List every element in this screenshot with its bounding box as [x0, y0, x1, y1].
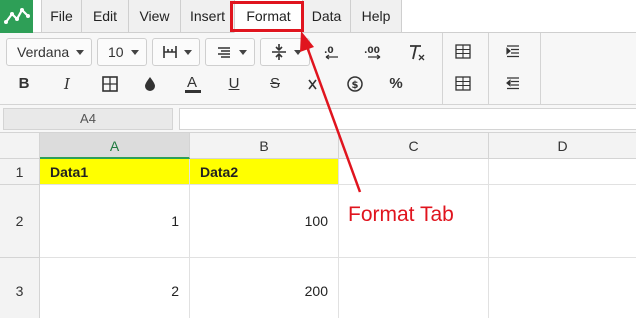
decrease-decimal-icon[interactable]: .0: [318, 40, 346, 64]
spreadsheet-grid: A B C D 1 Data1 Data2 2 1 100 3 2 200: [0, 133, 636, 318]
menu-help[interactable]: Help: [350, 0, 402, 33]
italic-icon[interactable]: I: [53, 72, 81, 96]
cell-d1[interactable]: [489, 159, 636, 185]
toolbar-separator: [540, 33, 541, 105]
cell-a2[interactable]: 1: [40, 185, 190, 258]
svg-text:A: A: [187, 74, 197, 91]
row-header-3[interactable]: 3: [0, 258, 40, 318]
menu-insert[interactable]: Insert: [180, 0, 234, 33]
cell-c3[interactable]: [339, 258, 489, 318]
column-header-d[interactable]: D: [489, 133, 636, 159]
chevron-down-icon: [131, 50, 139, 55]
cell-d3[interactable]: [489, 258, 636, 318]
bold-icon[interactable]: B: [10, 72, 38, 96]
row-header-2[interactable]: 2: [0, 185, 40, 258]
borders-icon: [161, 39, 179, 73]
font-name-value: Verdana: [17, 44, 70, 60]
row-header-1[interactable]: 1: [0, 159, 40, 185]
svg-text:.0: .0: [324, 46, 334, 56]
app-logo-icon[interactable]: [0, 0, 33, 33]
font-size-select[interactable]: 10: [97, 38, 147, 66]
strikethrough-icon[interactable]: S: [261, 72, 289, 96]
menu-data[interactable]: Data: [302, 0, 350, 33]
chevron-down-icon: [294, 50, 302, 55]
vertical-align-dropdown-button[interactable]: [260, 38, 310, 66]
font-color-icon[interactable]: A: [179, 71, 207, 95]
indent-icon[interactable]: [499, 40, 527, 64]
fill-color-icon[interactable]: [136, 72, 164, 96]
cell-c1[interactable]: [339, 159, 489, 185]
borders-dropdown-button[interactable]: [152, 38, 200, 66]
chevron-down-icon: [184, 50, 192, 55]
cell-a3[interactable]: 2: [40, 258, 190, 318]
align-right-icon: [215, 39, 233, 73]
cell-b1[interactable]: Data2: [190, 159, 339, 185]
vertical-align-middle-icon: [270, 39, 288, 73]
font-name-select[interactable]: Verdana: [6, 38, 92, 66]
formula-input[interactable]: [179, 108, 636, 130]
cell-a1[interactable]: Data1: [40, 159, 190, 185]
cell-b3[interactable]: 200: [190, 258, 339, 318]
column-header-c[interactable]: C: [339, 133, 489, 159]
cell-b2[interactable]: 100: [190, 185, 339, 258]
chevron-down-icon: [239, 50, 247, 55]
table-icon[interactable]: [449, 40, 477, 64]
font-size-value: 10: [108, 44, 124, 60]
wrap-text-icon[interactable]: [300, 72, 328, 96]
cell-d2[interactable]: [489, 185, 636, 258]
column-header-b[interactable]: B: [190, 133, 339, 159]
toolbar-separator: [488, 33, 489, 105]
menu-edit[interactable]: Edit: [81, 0, 128, 33]
percent-format-button[interactable]: %: [382, 72, 410, 96]
svg-text:$: $: [352, 80, 359, 91]
currency-format-icon[interactable]: $: [341, 72, 369, 96]
underline-icon[interactable]: U: [220, 72, 248, 96]
toolbar: Verdana 10 .0 .00 B I A U S $ %: [0, 33, 636, 105]
cell-borders-icon[interactable]: [96, 72, 124, 96]
menu-file[interactable]: File: [41, 0, 81, 33]
select-all-corner[interactable]: [0, 133, 40, 159]
annotation-label: Format Tab: [348, 203, 454, 226]
svg-text:.00: .00: [364, 46, 380, 56]
chevron-down-icon: [76, 50, 84, 55]
menu-view[interactable]: View: [128, 0, 180, 33]
grid-table-icon[interactable]: [449, 72, 477, 96]
toolbar-separator: [442, 33, 443, 105]
format-tab-highlight-box: [230, 1, 304, 32]
align-dropdown-button[interactable]: [205, 38, 255, 66]
name-box[interactable]: A4: [3, 108, 173, 130]
sparkline-logo-icon: [4, 8, 30, 24]
column-header-a[interactable]: A: [40, 133, 190, 159]
increase-decimal-icon[interactable]: .00: [360, 40, 388, 64]
formula-bar: A4: [0, 105, 636, 133]
outdent-icon[interactable]: [499, 72, 527, 96]
menu-bar: File Edit View Insert Format Data Help: [0, 0, 636, 33]
clear-formatting-icon[interactable]: [402, 40, 430, 64]
